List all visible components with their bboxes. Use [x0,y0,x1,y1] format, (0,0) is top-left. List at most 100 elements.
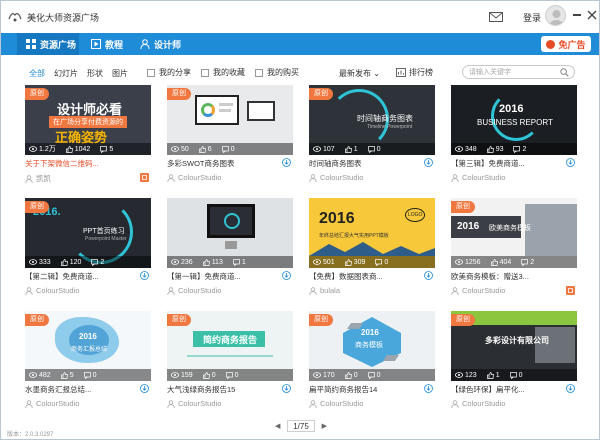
search-input[interactable] [469,67,559,78]
card-thumbnail[interactable]: 236 113 1 [167,198,293,268]
search-icon[interactable] [560,68,569,77]
views-count: 236 [181,258,193,266]
card-title[interactable]: 欧美商务模板：赠送3... [451,271,561,282]
filter-my-purchases[interactable]: 我的购买 [255,67,299,78]
minimize-button[interactable] [573,14,581,16]
thumb-text: 多彩设计有限公司 [485,336,549,345]
mail-icon[interactable] [489,12,503,22]
download-icon[interactable] [566,384,575,393]
card-author[interactable]: ColourStudio [451,286,561,295]
comment-icon [233,258,240,266]
sort-dropdown[interactable]: 最新发布 ⌄ [339,68,380,79]
download-icon[interactable] [424,158,433,167]
card-title[interactable]: 多彩SWOT商务图表 [167,158,277,169]
resource-card[interactable]: 2016 商务汇报总结 原创 482 5 0 水墨商务汇报总结... Colou… [25,311,151,413]
card-thumbnail[interactable]: 2016 BUSINESS REPORT 348 93 2 [451,85,577,155]
card-title[interactable]: 【绿色环保】扁平化... [451,384,561,395]
user-icon [140,39,150,49]
filter-my-favorites[interactable]: 我的收藏 [201,67,245,78]
resource-card[interactable]: 原创 50 6 0 多彩SWOT商务图表 ColourStudio [167,85,293,187]
card-thumbnail[interactable]: 2016 商务汇报总结 原创 482 5 0 [25,311,151,381]
card-title[interactable]: 时间轴商务图表 [309,158,419,169]
card-title[interactable]: 【第一辑】免费商道... [167,271,277,282]
card-stats: 159 0 0 [167,369,293,381]
download-icon[interactable] [566,158,575,167]
tab-tutorial[interactable]: 教程 [91,33,131,55]
ranking-link[interactable]: 排行榜 [396,67,433,78]
checkbox[interactable] [147,68,155,77]
search-box[interactable] [462,65,575,79]
avatar[interactable] [545,5,566,26]
download-icon[interactable] [282,384,291,393]
card-thumbnail[interactable]: 简约商务报告 原创 159 0 0 [167,311,293,381]
card-title[interactable]: 【免费】数据图表商... [309,271,419,282]
filter-bar: 全部 幻灯片 形状 图片 我的分享 我的收藏 我的购买 最新发布 ⌄ 排行榜 [1,63,599,83]
divider-line [187,355,273,357]
thumbs-up-icon [60,371,68,379]
download-icon[interactable] [282,271,291,280]
download-icon[interactable] [424,271,433,280]
card-author[interactable]: ColourStudio [167,399,277,408]
card-thumbnail[interactable]: 时间轴商务图表 Timeline Powerpoint 原创 107 1 0 [309,85,435,155]
card-author[interactable]: ColourStudio [167,286,277,295]
resource-card[interactable]: 236 113 1 【第一辑】免费商道... ColourStudio [167,198,293,300]
resource-card[interactable]: 2016 LOGO 年终总结汇报大气实用PPT模板 501 309 0 【免费】… [309,198,435,300]
resource-card[interactable]: 2016 商务模板 原创 170 0 0 扁平简约商务报告14 ColourSt… [309,311,435,413]
card-author[interactable]: 凯凯 [25,173,135,184]
thumb-text: 2016 [361,328,379,337]
card-author[interactable]: ColourStudio [451,173,561,182]
card-thumbnail[interactable]: 2016 欧美商务模板 原创 1256 404 2 [451,198,577,268]
card-thumbnail[interactable]: 多彩设计有限公司 原创 123 1 0 [451,311,577,381]
tab-resource-square[interactable]: 资源广场 [17,33,79,55]
card-thumbnail[interactable]: 2016. PPT首页练习 Powerpoint Master 原创 333 1… [25,198,151,268]
login-link[interactable]: 登录 [523,11,541,24]
card-title[interactable]: 【第二辑】免费商道... [25,271,135,282]
download-icon[interactable] [140,271,149,280]
card-title[interactable]: 【第三辑】免费商道... [451,158,561,169]
card-author[interactable]: ColourStudio [25,286,135,295]
thumb-text: Powerpoint Master [85,236,127,242]
download-icon[interactable] [424,384,433,393]
checkbox[interactable] [201,68,209,77]
photo-block [525,204,577,256]
filter-tab-shapes[interactable]: 形状 [87,68,103,79]
card-thumbnail[interactable]: 2016 LOGO 年终总结汇报大气实用PPT模板 501 309 0 [309,198,435,268]
prev-page-button[interactable]: ◀ [275,422,280,430]
card-thumbnail[interactable]: 原创 50 6 0 [167,85,293,155]
close-icon[interactable] [587,10,597,20]
filter-tab-all[interactable]: 全部 [29,68,45,79]
tab-designer[interactable]: 设计师 [140,33,190,55]
card-thumbnail[interactable]: 2016 商务模板 原创 170 0 0 [309,311,435,381]
card-author[interactable]: ColourStudio [309,173,419,182]
download-icon[interactable] [140,384,149,393]
card-title[interactable]: 扁平简约商务报告14 [309,384,419,395]
next-page-button[interactable]: ▶ [322,422,327,430]
card-author[interactable]: ColourStudio [25,399,135,408]
card-title[interactable]: 大气浅绿商务报告15 [167,384,277,395]
resource-card[interactable]: 2016 BUSINESS REPORT 348 93 2 【第三辑】免费商道.… [451,85,577,187]
filter-my-shares[interactable]: 我的分享 [147,67,191,78]
checkbox[interactable] [255,68,263,77]
card-author[interactable]: ColourStudio [167,173,277,182]
card-title[interactable]: 水墨商务汇报总结... [25,384,135,395]
resource-card[interactable]: 设计师必看 在广场分享付费资源的 正确姿势 原创 1.2万 1042 5 关于下… [25,85,151,187]
resource-card[interactable]: 多彩设计有限公司 原创 123 1 0 【绿色环保】扁平化... ColourS… [451,311,577,413]
card-author[interactable]: ColourStudio [309,399,419,408]
resource-card[interactable]: 2016 欧美商务模板 原创 1256 404 2 欧美商务模板：赠送3... … [451,198,577,300]
card-stats: 107 1 0 [309,143,435,155]
filter-tab-images[interactable]: 图片 [112,68,128,79]
download-icon[interactable] [282,158,291,167]
remove-ads-button[interactable]: 免广告 [541,36,591,52]
resource-card[interactable]: 简约商务报告 原创 159 0 0 大气浅绿商务报告15 ColourStudi… [167,311,293,413]
card-title[interactable]: 关于下架微信二维码... [25,158,135,169]
author-name: ColourStudio [320,399,364,408]
page-indicator[interactable]: 1/75 [287,420,315,432]
resource-card[interactable]: 时间轴商务图表 Timeline Powerpoint 原创 107 1 0 时… [309,85,435,187]
filter-tab-slides[interactable]: 幻灯片 [54,68,78,79]
resource-card[interactable]: 2016. PPT首页练习 Powerpoint Master 原创 333 1… [25,198,151,300]
card-thumbnail[interactable]: 设计师必看 在广场分享付费资源的 正确姿势 原创 1.2万 1042 5 [25,85,151,155]
likes-count: 404 [499,258,512,266]
pagination: ◀ 1/75 ▶ [275,419,327,433]
card-author[interactable]: ColourStudio [451,399,561,408]
card-author[interactable]: bulala [309,286,419,295]
